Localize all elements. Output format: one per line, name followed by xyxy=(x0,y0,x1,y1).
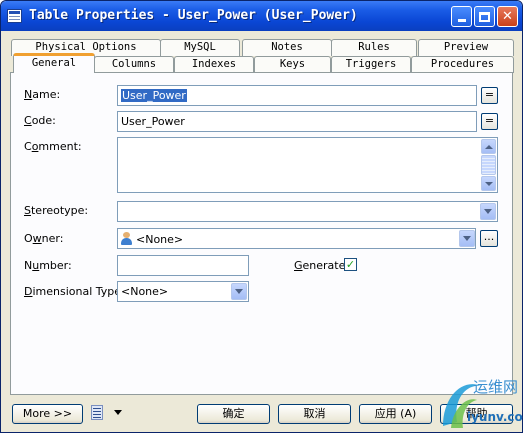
comment-scroll-down-button[interactable] xyxy=(481,176,496,191)
owner-dropdown-arrow[interactable] xyxy=(459,230,475,247)
code-value: User_Power xyxy=(121,115,185,128)
code-label: Code: xyxy=(24,114,56,127)
stereotype-label: Stereotype: xyxy=(24,204,89,217)
dimensional-type-label: Dimensional Type: xyxy=(24,285,125,298)
watermark-logo: 运维网 iyunv.com xyxy=(437,374,523,433)
stereotype-combobox[interactable] xyxy=(117,201,498,222)
table-icon xyxy=(7,9,22,23)
minimize-icon xyxy=(457,19,466,22)
comment-textarea[interactable] xyxy=(117,137,498,193)
tab-keys[interactable]: Keys xyxy=(254,56,331,73)
generate-label: Generate: xyxy=(294,259,350,272)
name-value: User_Power xyxy=(121,89,187,102)
comment-scrollbar-thumb[interactable] xyxy=(481,155,496,175)
name-label: Name: xyxy=(24,88,61,101)
property-menu-icon[interactable] xyxy=(91,405,105,421)
table-properties-dialog: Table Properties - User_Power (User_Powe… xyxy=(0,0,523,433)
name-field[interactable]: User_Power xyxy=(117,85,477,106)
minimize-button[interactable] xyxy=(451,6,472,27)
watermark-text-url: iyunv.com xyxy=(467,410,523,424)
tab-mysql[interactable]: MySQL xyxy=(160,39,240,56)
title-bar[interactable]: Table Properties - User_Power (User_Powe… xyxy=(1,1,522,31)
owner-combobox[interactable]: <None> xyxy=(117,228,476,249)
maximize-button[interactable] xyxy=(474,6,495,27)
tab-indexes[interactable]: Indexes xyxy=(174,56,254,73)
tab-procedures[interactable]: Procedures xyxy=(411,56,514,73)
maximize-icon xyxy=(479,11,490,22)
dimensional-type-dropdown-arrow[interactable] xyxy=(231,283,247,300)
name-code-sync-button[interactable]: = xyxy=(481,87,498,104)
tab-preview[interactable]: Preview xyxy=(418,39,514,56)
close-icon: ✕ xyxy=(502,9,513,24)
tab-notes[interactable]: Notes xyxy=(242,39,332,56)
owner-browse-button[interactable]: ... xyxy=(480,230,498,247)
code-field[interactable]: User_Power xyxy=(117,111,477,132)
watermark-text-cn: 运维网 xyxy=(473,378,519,396)
tab-columns[interactable]: Columns xyxy=(94,56,174,73)
more-button[interactable]: More >> xyxy=(12,404,83,424)
dimensional-type-value: <None> xyxy=(121,285,169,298)
generate-checkbox[interactable]: ✓ xyxy=(344,258,357,271)
comment-scroll-up-button[interactable] xyxy=(481,139,496,154)
property-menu-dropdown-icon[interactable] xyxy=(114,410,122,415)
apply-button[interactable]: 应用 (A) xyxy=(359,404,432,424)
cancel-button[interactable]: 取消 xyxy=(278,404,351,424)
user-icon xyxy=(121,232,132,245)
tab-triggers[interactable]: Triggers xyxy=(331,56,411,73)
window-title: Table Properties - User_Power (User_Powe… xyxy=(29,8,358,23)
tab-rules[interactable]: Rules xyxy=(331,39,417,56)
stereotype-dropdown-arrow[interactable] xyxy=(480,203,496,220)
tab-general[interactable]: General xyxy=(13,53,95,73)
dimensional-type-combobox[interactable]: <None> xyxy=(117,281,249,302)
owner-label: Owner: xyxy=(24,232,64,245)
number-label: Number: xyxy=(24,259,72,272)
owner-value: <None> xyxy=(136,233,184,246)
number-field[interactable] xyxy=(117,255,249,276)
comment-label: Comment: xyxy=(24,140,82,153)
close-button[interactable]: ✕ xyxy=(497,6,518,27)
ok-button[interactable]: 确定 xyxy=(197,404,270,424)
code-name-sync-button[interactable]: = xyxy=(481,113,498,130)
